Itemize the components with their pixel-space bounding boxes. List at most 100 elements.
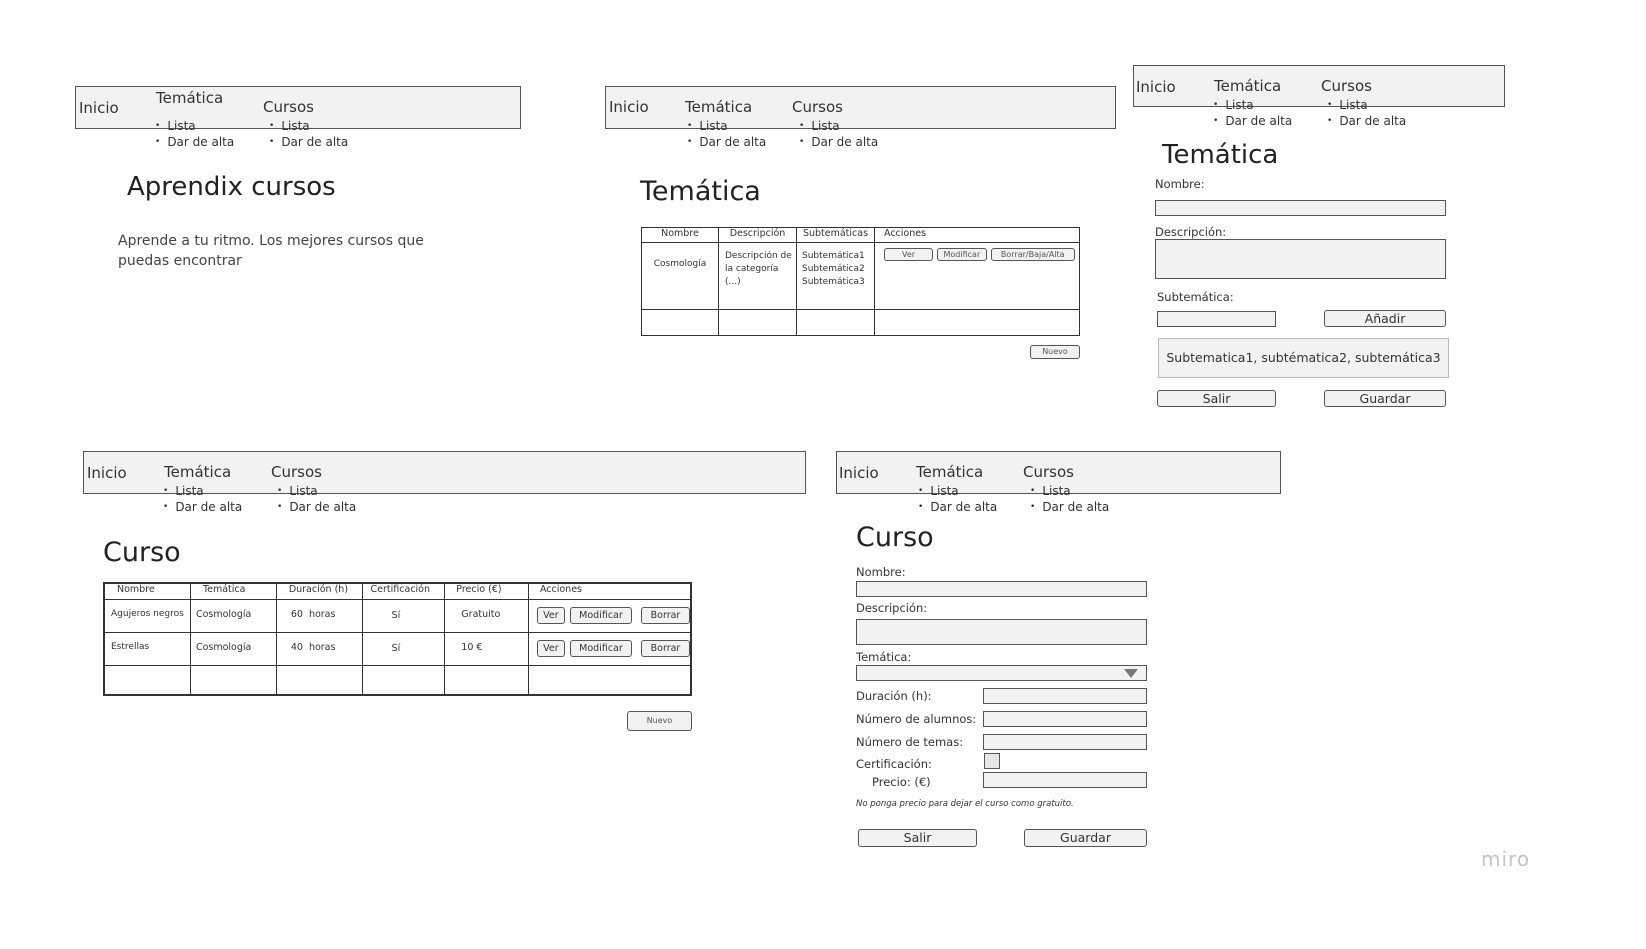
- nav-inicio-link[interactable]: Inicio: [79, 99, 119, 117]
- nav-tematica-link[interactable]: Temática: [685, 98, 752, 116]
- cell-acciones: Ver Modificar Borrar: [527, 632, 692, 666]
- cell-tematica: Cosmología: [189, 599, 277, 633]
- borrar-button[interactable]: Borrar: [641, 640, 690, 657]
- certificacion-label: Certificación:: [856, 757, 932, 771]
- nav-cursos-submenu: Lista Dar de alta: [1327, 97, 1406, 129]
- tematica-table: Nombre Descripción Subtemáticas Acciones…: [641, 227, 1080, 336]
- nav-tematica-submenu: Lista Dar de alta: [687, 118, 766, 150]
- cell-acciones: Ver Modificar Borrar: [527, 599, 692, 633]
- cell-empty: [796, 309, 875, 336]
- nav-tematica-link[interactable]: Temática: [164, 463, 231, 481]
- modificar-button[interactable]: Modificar: [569, 640, 632, 657]
- ver-button[interactable]: Ver: [536, 607, 565, 624]
- duracion-input[interactable]: [983, 688, 1147, 704]
- modificar-button[interactable]: Modificar: [936, 248, 987, 261]
- curso-nombre-input[interactable]: [856, 581, 1147, 597]
- cell-empty: [527, 665, 692, 695]
- modificar-button[interactable]: Modificar: [569, 607, 632, 624]
- cell-empty: [641, 309, 719, 336]
- cell-subtematica-3: Subtemática3: [802, 277, 865, 287]
- nav-inicio-link[interactable]: Inicio: [609, 98, 649, 116]
- nav-tematica-link[interactable]: Temática: [156, 89, 223, 107]
- cell-nombre: Cosmología: [641, 242, 719, 310]
- curso-salir-button[interactable]: Salir: [858, 829, 977, 847]
- cell-nombre: Agujeros negros: [103, 599, 191, 633]
- curso-tematica-select[interactable]: [856, 665, 1147, 681]
- nav-cursos-alta[interactable]: Dar de alta: [1327, 113, 1406, 129]
- col-header-acciones: Acciones: [874, 227, 1080, 243]
- miro-logo: miro: [1481, 847, 1531, 871]
- nav-tematica-lista[interactable]: Lista: [163, 483, 242, 499]
- borrar-baja-alta-button[interactable]: Borrar/Baja/Alta: [990, 248, 1075, 261]
- cell-empty: [874, 309, 1080, 336]
- subtematicas-list-box: Subtematica1, subtématica2, subtemática3: [1158, 338, 1449, 378]
- cell-duracion: 60 horas: [275, 599, 363, 633]
- nav-cursos-lista[interactable]: Lista: [799, 118, 878, 134]
- tematica-nombre-input[interactable]: [1155, 200, 1446, 216]
- subtematica-label: Subtemática:: [1157, 290, 1234, 304]
- curso-descripcion-textarea[interactable]: [856, 619, 1147, 645]
- col-header-duracion: Duración (h): [275, 582, 363, 600]
- nav-tematica-alta[interactable]: Dar de alta: [163, 499, 242, 515]
- nav-cursos-alta[interactable]: Dar de alta: [277, 499, 356, 515]
- curso-guardar-button[interactable]: Guardar: [1024, 829, 1147, 847]
- ver-button[interactable]: Ver: [884, 248, 933, 261]
- cell-precio: Gratuito: [444, 599, 529, 633]
- nav-tematica-alta[interactable]: Dar de alta: [1213, 113, 1292, 129]
- nuevo-tematica-button[interactable]: Nuevo: [1030, 345, 1080, 359]
- nav-cursos-alta[interactable]: Dar de alta: [269, 134, 348, 150]
- precio-label: Precio: (€): [872, 775, 931, 789]
- nuevo-curso-button[interactable]: Nuevo: [627, 711, 692, 731]
- cell-subtematica-2: Subtemática2: [802, 264, 865, 274]
- col-header-subtematicas: Subtemáticas: [796, 227, 875, 243]
- cell-precio: 10 €: [444, 632, 529, 666]
- nav-tematica-lista[interactable]: Lista: [918, 483, 997, 499]
- chevron-down-icon: [1124, 669, 1138, 678]
- table-row: Agujeros negros Cosmología 60 horas Sí G…: [103, 599, 692, 633]
- nav-cursos-alta[interactable]: Dar de alta: [799, 134, 878, 150]
- precio-input[interactable]: [983, 772, 1147, 788]
- anadir-button[interactable]: Añadir: [1324, 310, 1446, 327]
- precio-note: No ponga precio para dejar el curso como…: [856, 799, 1074, 809]
- home-subtitle-line1: Aprende a tu ritmo. Los mejores cursos q…: [118, 233, 424, 249]
- nav-tematica-alta[interactable]: Dar de alta: [155, 134, 234, 150]
- subtematica-input[interactable]: [1157, 311, 1276, 327]
- nav-cursos-alta[interactable]: Dar de alta: [1030, 499, 1109, 515]
- cell-descripcion-line2: la categoría (...): [725, 264, 779, 287]
- col-header-acciones: Acciones: [527, 582, 692, 600]
- nav-cursos-link[interactable]: Cursos: [263, 98, 314, 116]
- nav-inicio-link[interactable]: Inicio: [87, 464, 127, 482]
- nav-cursos-lista[interactable]: Lista: [1030, 483, 1109, 499]
- alumnos-input[interactable]: [983, 711, 1147, 727]
- temas-label: Número de temas:: [856, 735, 964, 749]
- borrar-button[interactable]: Borrar: [641, 607, 690, 624]
- nav-cursos-link[interactable]: Cursos: [271, 463, 322, 481]
- table-row: Estrellas Cosmología 40 horas Sí 10 € Ve…: [103, 632, 692, 666]
- nav-tematica-link[interactable]: Temática: [916, 463, 983, 481]
- ver-button[interactable]: Ver: [536, 640, 565, 657]
- nav-cursos-link[interactable]: Cursos: [1321, 77, 1372, 95]
- table-row: Cosmología Descripción de la categoría (…: [641, 242, 1080, 310]
- curso-descripcion-label: Descripción:: [856, 601, 928, 615]
- nav-tematica-lista[interactable]: Lista: [155, 118, 234, 134]
- guardar-button[interactable]: Guardar: [1324, 390, 1446, 407]
- nav-inicio-link[interactable]: Inicio: [1136, 78, 1176, 96]
- salir-button[interactable]: Salir: [1157, 390, 1276, 407]
- nav-tematica-alta[interactable]: Dar de alta: [918, 499, 997, 515]
- nav-cursos-lista[interactable]: Lista: [269, 118, 348, 134]
- nav-tematica-lista[interactable]: Lista: [687, 118, 766, 134]
- nav-cursos-link[interactable]: Cursos: [792, 98, 843, 116]
- nav-tematica-link[interactable]: Temática: [1214, 77, 1281, 95]
- subtematicas-list-text: Subtematica1, subtématica2, subtemática3: [1166, 350, 1441, 365]
- tematica-descripcion-textarea[interactable]: [1155, 239, 1446, 279]
- certificacion-checkbox[interactable]: [984, 753, 1000, 769]
- nav-cursos-link[interactable]: Cursos: [1023, 463, 1074, 481]
- nav-tematica-submenu: Lista Dar de alta: [155, 118, 234, 150]
- nav-tematica-alta[interactable]: Dar de alta: [687, 134, 766, 150]
- temas-input[interactable]: [983, 734, 1147, 750]
- home-title: Aprendix cursos: [127, 172, 336, 202]
- nav-cursos-lista[interactable]: Lista: [1327, 97, 1406, 113]
- nav-cursos-lista[interactable]: Lista: [277, 483, 356, 499]
- nav-tematica-lista[interactable]: Lista: [1213, 97, 1292, 113]
- nav-inicio-link[interactable]: Inicio: [839, 464, 879, 482]
